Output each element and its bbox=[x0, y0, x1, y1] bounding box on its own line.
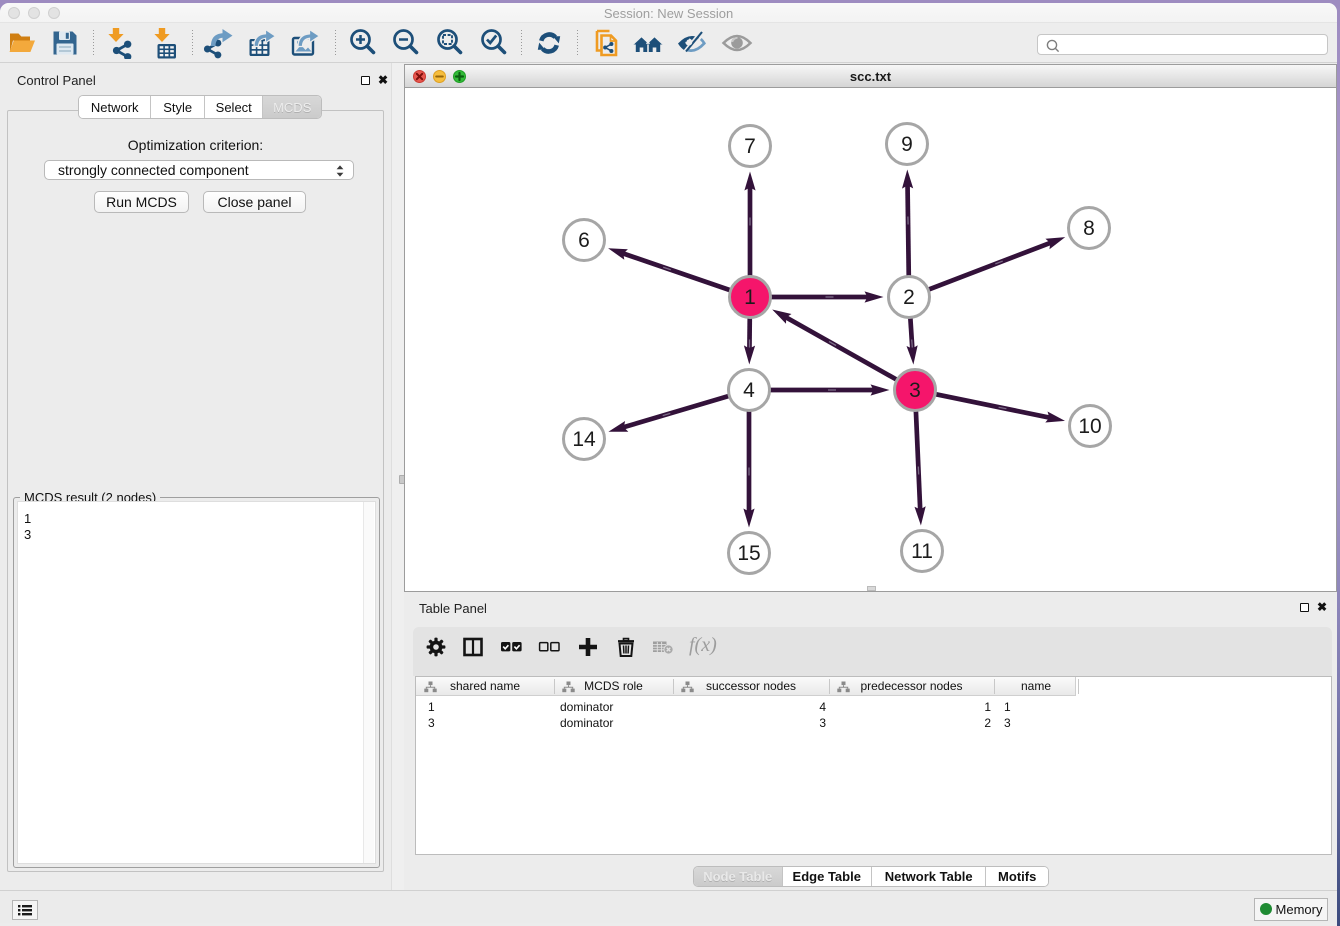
svg-text:9: 9 bbox=[901, 133, 913, 156]
svg-text:6: 6 bbox=[578, 229, 590, 252]
svg-text:4: 4 bbox=[743, 379, 755, 402]
svg-text:1: 1 bbox=[744, 286, 756, 309]
svg-text:3: 3 bbox=[909, 379, 921, 402]
svg-text:15: 15 bbox=[737, 542, 760, 565]
svg-text:7: 7 bbox=[744, 135, 756, 158]
svg-text:10: 10 bbox=[1078, 415, 1101, 438]
svg-text:14: 14 bbox=[572, 428, 596, 451]
svg-text:8: 8 bbox=[1083, 217, 1095, 240]
svg-text:2: 2 bbox=[903, 286, 915, 309]
svg-text:11: 11 bbox=[911, 540, 933, 563]
